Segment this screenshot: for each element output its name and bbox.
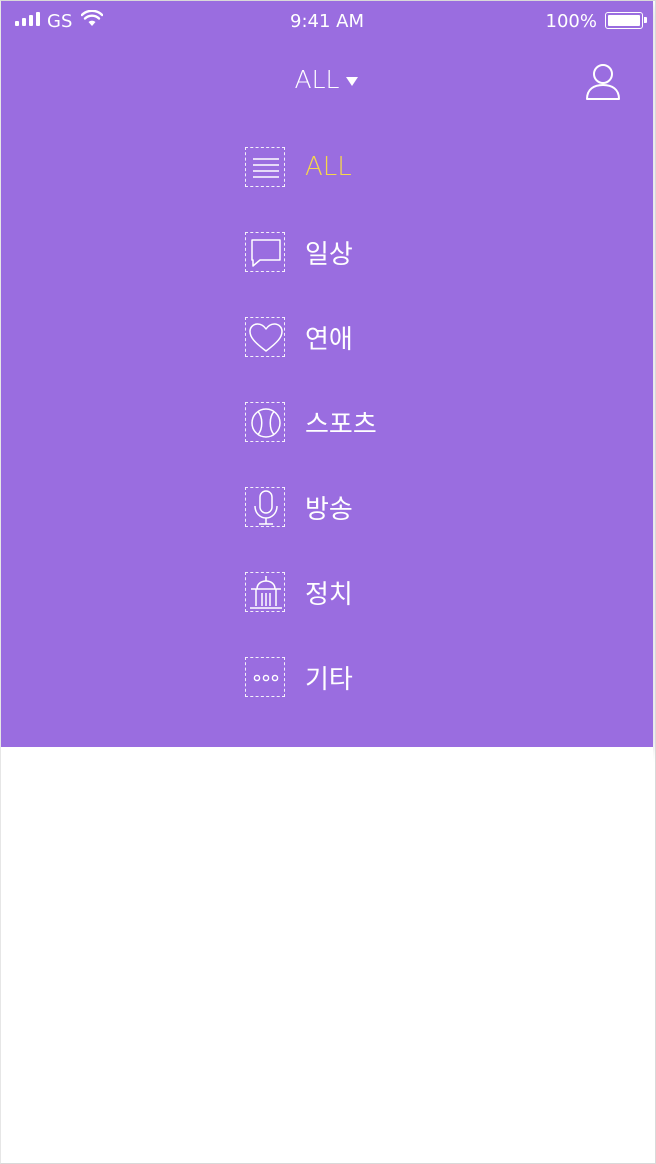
more-dots-icon bbox=[245, 657, 285, 697]
status-bar: GS 9:41 AM 100% bbox=[1, 1, 653, 41]
menu-item-label: 기타 bbox=[305, 664, 353, 695]
microphone-icon bbox=[245, 487, 285, 527]
menu-item-all[interactable]: ALL bbox=[245, 145, 352, 189]
category-selector[interactable]: ALL bbox=[1, 65, 653, 94]
menu-item-label: 방송 bbox=[305, 494, 353, 525]
menu-item-label: 연애 bbox=[305, 324, 353, 355]
battery-percentage: 100% bbox=[545, 11, 597, 32]
menu-item-romance[interactable]: 연애 bbox=[245, 315, 353, 359]
app-frame: GS 9:41 AM 100% ALL ALL 일상 연애 스포츠 방송 정치 … bbox=[0, 0, 656, 1164]
caret-down-icon bbox=[346, 77, 359, 86]
menu-item-daily[interactable]: 일상 bbox=[245, 230, 353, 274]
profile-icon[interactable] bbox=[585, 63, 621, 101]
ball-icon bbox=[245, 402, 285, 442]
list-icon bbox=[245, 147, 285, 187]
menu-item-label: 정치 bbox=[305, 579, 353, 610]
menu-item-broadcast[interactable]: 방송 bbox=[245, 485, 353, 529]
heart-icon bbox=[245, 317, 285, 357]
menu-item-label: ALL bbox=[305, 152, 352, 182]
content-area bbox=[1, 747, 653, 1163]
category-dropdown-panel: GS 9:41 AM 100% ALL ALL 일상 연애 스포츠 방송 정치 … bbox=[1, 1, 653, 747]
menu-item-sports[interactable]: 스포츠 bbox=[245, 400, 377, 444]
header: ALL bbox=[1, 41, 653, 121]
menu-item-politics[interactable]: 정치 bbox=[245, 570, 353, 614]
menu-item-etc[interactable]: 기타 bbox=[245, 655, 353, 699]
battery-icon bbox=[605, 12, 647, 29]
menu-item-label: 스포츠 bbox=[305, 409, 377, 440]
chat-bubble-icon bbox=[245, 232, 285, 272]
government-building-icon bbox=[245, 572, 285, 612]
menu-item-label: 일상 bbox=[305, 239, 353, 270]
header-title: ALL bbox=[294, 65, 340, 94]
